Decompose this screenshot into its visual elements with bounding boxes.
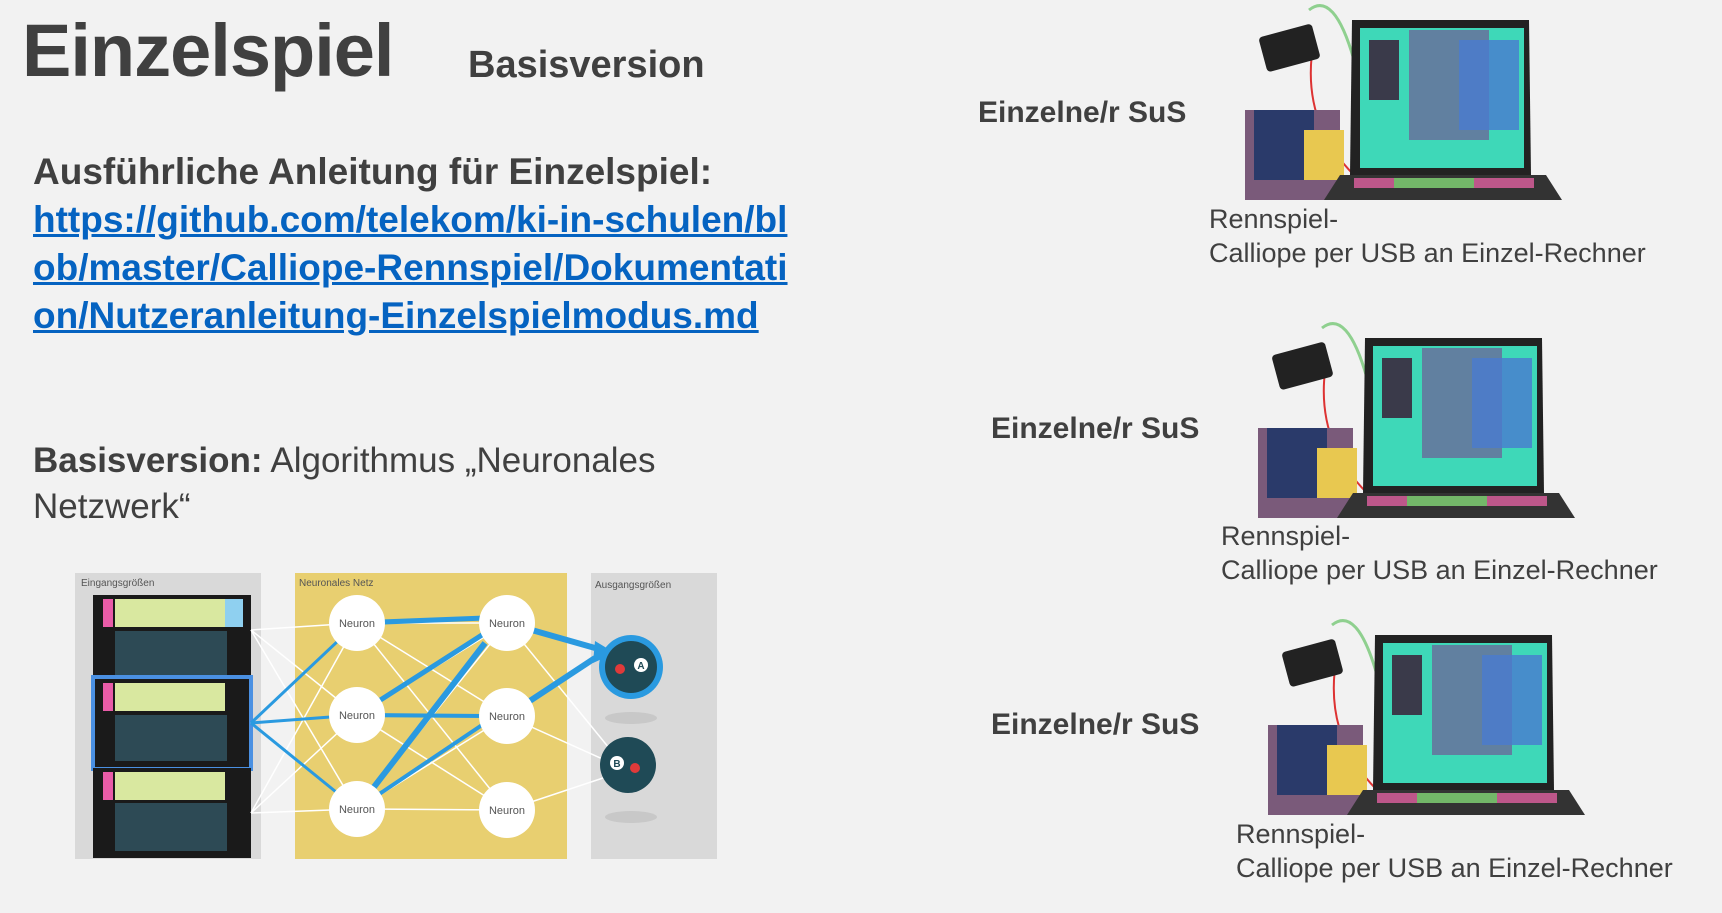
- slide-subtitle: Basisversion: [468, 44, 705, 86]
- output-b-label: B: [613, 759, 620, 770]
- setup-3-caption: Rennspiel- Calliope per USB an Einzel-Re…: [1236, 817, 1673, 885]
- instructions-link[interactable]: https://github.com/telekom/ki-in-schulen…: [33, 196, 803, 340]
- input-label: Eingangsgrößen: [81, 578, 154, 589]
- network-label: Neuronales Netz: [299, 578, 373, 589]
- setup-3-caption-line1: Rennspiel-: [1236, 819, 1366, 849]
- output-b-icon: [600, 737, 656, 793]
- slide-title: Einzelspiel: [22, 9, 394, 92]
- setup-3-caption-line2: Calliope per USB an Einzel-Rechner: [1236, 853, 1673, 883]
- neuron-label: Neuron: [489, 805, 525, 817]
- output-shadow: [605, 811, 657, 823]
- neuron-label: Neuron: [339, 618, 375, 630]
- setup-1-label: Einzelne/r SuS: [978, 96, 1187, 129]
- output-a-icon: [605, 641, 657, 693]
- setup-2-caption: Rennspiel- Calliope per USB an Einzel-Re…: [1221, 519, 1658, 587]
- instructions-heading: Ausführliche Anleitung für Einzelspiel:: [33, 151, 713, 192]
- output-shadow: [605, 712, 657, 724]
- input-screen-2: [91, 675, 253, 771]
- output-a-label: A: [637, 661, 644, 672]
- laptop-calliope-image-2: [1258, 322, 1575, 518]
- setup-1-caption-line2: Calliope per USB an Einzel-Rechner: [1209, 238, 1646, 268]
- neuron-label: Neuron: [339, 804, 375, 816]
- neuron-label: Neuron: [489, 618, 525, 630]
- output-label: Ausgangsgrößen: [595, 580, 671, 591]
- laptop-calliope-image-1: [1245, 4, 1562, 200]
- basis-description: Basisversion: Algorithmus „Neuronales Ne…: [33, 438, 733, 530]
- basis-label: Basisversion:: [33, 441, 263, 480]
- input-screen-3: [93, 768, 251, 858]
- neural-network-diagram: Eingangsgrößen Neuronales Netz Ausgangsg…: [75, 573, 717, 859]
- setup-2-caption-line1: Rennspiel-: [1221, 521, 1351, 551]
- setup-2-caption-line2: Calliope per USB an Einzel-Rechner: [1221, 555, 1658, 585]
- input-screen-1: [93, 595, 251, 687]
- laptop-calliope-image-3: [1268, 619, 1585, 815]
- setup-1-caption-line1: Rennspiel-: [1209, 204, 1339, 234]
- setup-1-caption: Rennspiel- Calliope per USB an Einzel-Re…: [1209, 202, 1646, 270]
- setup-3-label: Einzelne/r SuS: [991, 708, 1200, 741]
- neuron-label: Neuron: [339, 710, 375, 722]
- neuron-label: Neuron: [489, 711, 525, 723]
- setup-2-label: Einzelne/r SuS: [991, 412, 1200, 445]
